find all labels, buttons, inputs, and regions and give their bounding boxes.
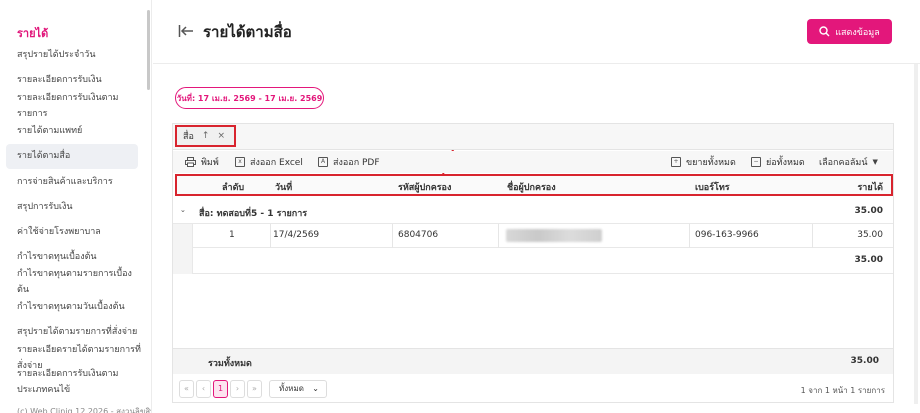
col-divider (689, 224, 690, 248)
sidebar-item-dispense[interactable]: การจ่ายสินค้าและบริการ (17, 174, 142, 190)
pdf-file-icon: A (318, 157, 328, 167)
header-divider (153, 63, 920, 64)
expand-icon: + (671, 157, 681, 167)
page-1-button[interactable]: 1 (213, 380, 228, 398)
page-size-select[interactable]: ทั้งหมด ⌄ (269, 380, 327, 398)
col-header-no[interactable]: ลำดับ (222, 180, 244, 194)
cell-date: 17/4/2569 (273, 230, 320, 240)
printer-icon (185, 157, 196, 167)
col-divider (270, 224, 271, 248)
col-divider (392, 224, 393, 248)
group-row-total: 35.00 (854, 206, 883, 216)
group-row[interactable]: ⌄ สื่อ: ทดสอบที่5 - 1 รายการ 35.00 (173, 200, 893, 224)
expand-all-label: ขยายทั้งหมด (686, 158, 736, 168)
sidebar-item-ordered-summary[interactable]: สรุปรายได้ตามรายการที่สั่งจ่าย (17, 324, 142, 340)
group-subtotal-row: 35.00 (193, 248, 893, 274)
data-grid: สื่อ ↑ × พิมพ์ x ส่งออก Excel A ส่งออก P (172, 123, 894, 403)
grid-toolbar: พิมพ์ x ส่งออก Excel A ส่งออก PDF + ขยาย… (173, 151, 893, 173)
sidebar-item-payment-detail[interactable]: รายละเอียดการรับเงิน (17, 72, 142, 88)
table-row[interactable]: 1 17/4/2569 6804706 096-163-9966 35.00 (193, 224, 893, 248)
group-subtotal: 35.00 (854, 255, 883, 265)
chevron-down-icon: ▼ (872, 158, 878, 166)
group-chip-label: สื่อ (183, 132, 194, 142)
back-arrow-icon[interactable] (178, 24, 194, 38)
col-header-parent-code[interactable]: รหัสผู้ปกครอง (398, 180, 451, 194)
cell-income: 35.00 (857, 230, 883, 240)
col-header-income[interactable]: รายได้ (857, 180, 883, 194)
sidebar-scrollbar[interactable] (147, 10, 150, 90)
chevron-down-icon: ⌄ (312, 384, 319, 393)
cell-phone: 096-163-9966 (695, 230, 759, 240)
export-pdf-label: ส่งออก PDF (333, 158, 380, 168)
sidebar-item-income-by-doctor[interactable]: รายได้ตามแพทย์ (17, 123, 142, 139)
sidebar-item-receipt-summary[interactable]: สรุปการรับเงิน (17, 199, 142, 215)
show-data-button[interactable]: แสดงข้อมูล (807, 19, 892, 44)
sidebar-item-hospital-expense[interactable]: ค่าใช้จ่ายโรงพยาบาล (17, 224, 142, 240)
sidebar-item-income-by-media[interactable]: รายได้ตามสื่อ (6, 144, 138, 169)
export-excel-button[interactable]: x ส่งออก Excel (235, 155, 303, 169)
sidebar-item-profit-basic[interactable]: กำไรขาดทุนเบื้องต้น (17, 249, 142, 265)
group-indent (173, 224, 193, 274)
page-title: รายได้ตามสื่อ (203, 23, 292, 41)
col-header-parent-name[interactable]: ชื่อผู้ปกครอง (507, 180, 556, 194)
col-divider (812, 224, 813, 248)
next-page-button[interactable]: › (230, 380, 245, 398)
sidebar: รายได้ สรุปรายได้ประจำวัน รายละเอียดการร… (0, 0, 152, 413)
choose-columns-button[interactable]: เลือกคอลัมน์ ▼ (819, 155, 878, 169)
cell-parent-code: 6804706 (398, 230, 439, 240)
export-excel-label: ส่งออก Excel (250, 158, 303, 168)
sidebar-title: รายได้ (17, 27, 49, 40)
col-header-phone[interactable]: เบอร์โทร (695, 180, 730, 194)
expand-all-button[interactable]: + ขยายทั้งหมด (671, 155, 736, 169)
collapse-all-button[interactable]: − ย่อทั้งหมด (751, 155, 805, 169)
cell-no: 1 (229, 230, 235, 240)
prev-page-button[interactable]: ‹ (196, 380, 211, 398)
collapse-icon: − (751, 157, 761, 167)
sidebar-item-daily-summary[interactable]: สรุปรายได้ประจำวัน (17, 47, 142, 63)
chevron-down-icon[interactable]: ⌄ (180, 206, 186, 214)
sidebar-item-profit-by-item[interactable]: กำไรขาดทุนตามรายการเบื้องต้น (17, 266, 142, 298)
remove-group-icon[interactable]: × (217, 131, 225, 141)
page-size-value: ทั้งหมด (279, 384, 304, 393)
col-header-date[interactable]: วันที่ (275, 180, 292, 194)
sidebar-footer: (c) Web Cliniq 12.2026 - สงวนลิขสิทธิ์ (17, 407, 152, 413)
export-pdf-button[interactable]: A ส่งออก PDF (318, 155, 380, 169)
table-header: ลำดับ วันที่ รหัสผู้ปกครอง ชื่อผู้ปกครอง… (175, 174, 893, 196)
group-chip-media[interactable]: สื่อ ↑ × (175, 125, 236, 147)
print-label: พิมพ์ (201, 158, 219, 168)
grand-total-label: รวมทั้งหมด (208, 359, 252, 369)
content-scrollbar[interactable] (914, 64, 918, 404)
grand-total-row: รวมทั้งหมด 35.00 (173, 348, 893, 374)
choose-columns-label: เลือกคอลัมน์ (819, 158, 868, 168)
grand-total-value: 35.00 (850, 356, 879, 366)
show-data-label: แสดงข้อมูล (835, 27, 880, 38)
pager: « ‹ 1 › » ทั้งหมด ⌄ 1 จาก 1 หน้า 1 รายกา… (173, 374, 893, 402)
date-filter-pill[interactable]: วันที่: 17 เม.ย. 2569 - 17 เม.ย. 2569 (175, 87, 324, 109)
first-page-button[interactable]: « (179, 380, 194, 398)
sidebar-item-payment-by-item[interactable]: รายละเอียดการรับเงินตามรายการ (17, 90, 142, 122)
group-row-label: สื่อ: ทดสอบที่5 - 1 รายการ (199, 209, 308, 219)
search-icon (819, 26, 830, 37)
redacted-parent-name (506, 229, 602, 242)
app-root: รายได้ สรุปรายได้ประจำวัน รายละเอียดการร… (0, 0, 920, 413)
print-button[interactable]: พิมพ์ (185, 155, 219, 169)
sidebar-item-profit-by-day[interactable]: กำไรขาดทุนตามวันเบื้องต้น (17, 299, 142, 315)
sidebar-item-payment-by-patient-type[interactable]: รายละเอียดการรับเงินตามประเภทคนไข้ (17, 366, 142, 398)
group-panel: สื่อ ↑ × (173, 124, 893, 150)
excel-file-icon: x (235, 157, 245, 167)
last-page-button[interactable]: » (247, 380, 262, 398)
collapse-all-label: ย่อทั้งหมด (766, 158, 805, 168)
sort-asc-icon[interactable]: ↑ (202, 131, 210, 141)
col-divider (498, 224, 499, 248)
page-info: 1 จาก 1 หน้า 1 รายการ (800, 386, 885, 395)
